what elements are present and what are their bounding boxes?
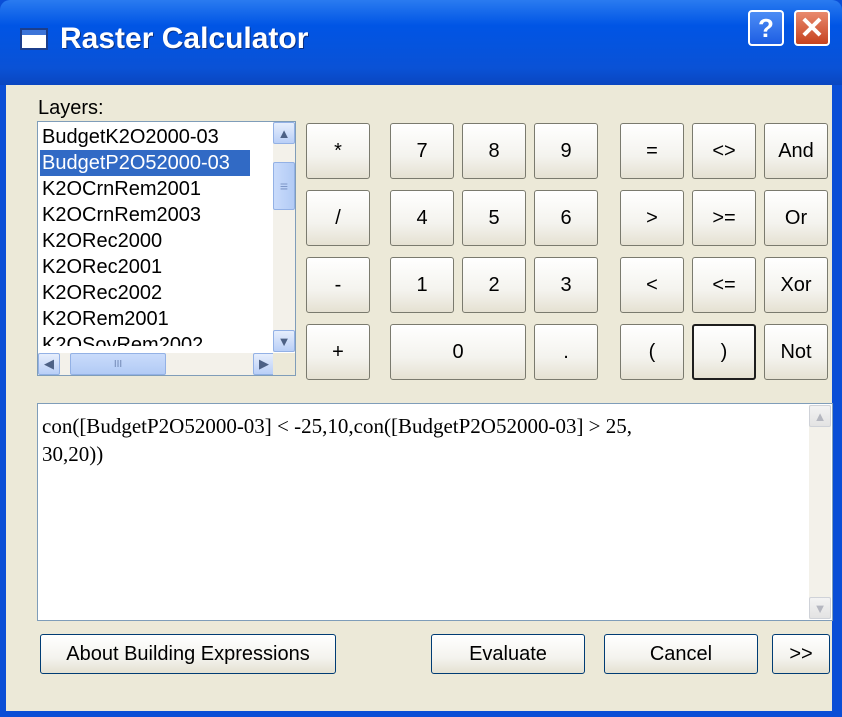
window-icon	[20, 28, 48, 50]
scroll-down-icon[interactable]: ▼	[273, 330, 295, 352]
expression-scrollbar[interactable]: ▲ ▼	[809, 405, 831, 619]
close-paren-button[interactable]: )	[692, 324, 756, 380]
divide-button[interactable]: /	[306, 190, 370, 246]
and-button[interactable]: And	[764, 123, 828, 179]
grip-icon: ≡	[279, 178, 289, 194]
layer-item[interactable]: K2OCrnRem2001	[40, 176, 250, 202]
scroll-down-icon[interactable]: ▼	[809, 597, 831, 619]
more-button[interactable]: >>	[772, 634, 830, 674]
less-button[interactable]: <	[620, 257, 684, 313]
layer-item[interactable]: K2ORec2001	[40, 254, 250, 280]
dialog-body: Layers: BudgetK2O2000-03 BudgetP2O52000-…	[6, 85, 833, 711]
or-button[interactable]: Or	[764, 190, 828, 246]
layers-list[interactable]: BudgetK2O2000-03 BudgetP2O52000-03 K2OCr…	[37, 121, 296, 376]
layer-item[interactable]: K2ORec2000	[40, 228, 250, 254]
xor-button[interactable]: Xor	[764, 257, 828, 313]
layers-label: Layers:	[38, 97, 104, 119]
digit-1-button[interactable]: 1	[390, 257, 454, 313]
digit-7-button[interactable]: 7	[390, 123, 454, 179]
cancel-button[interactable]: Cancel	[604, 634, 758, 674]
not-equal-button[interactable]: <>	[692, 123, 756, 179]
digit-4-button[interactable]: 4	[390, 190, 454, 246]
layer-item[interactable]: K2ORec2002	[40, 280, 250, 306]
digit-9-button[interactable]: 9	[534, 123, 598, 179]
plus-button[interactable]: +	[306, 324, 370, 380]
title-bar[interactable]: Raster Calculator ? ✕	[0, 0, 842, 85]
digit-8-button[interactable]: 8	[462, 123, 526, 179]
scroll-corner	[273, 353, 295, 375]
digit-5-button[interactable]: 5	[462, 190, 526, 246]
expression-textarea[interactable]: con([BudgetP2O52000-03] < -25,10,con([Bu…	[37, 403, 833, 621]
layers-vertical-scrollbar[interactable]: ▲ ≡ ▼	[273, 122, 295, 352]
digit-3-button[interactable]: 3	[534, 257, 598, 313]
digit-6-button[interactable]: 6	[534, 190, 598, 246]
raster-calculator-window: Raster Calculator ? ✕ Layers: BudgetK2O2…	[0, 0, 842, 717]
less-equal-button[interactable]: <=	[692, 257, 756, 313]
minus-button[interactable]: -	[306, 257, 370, 313]
layer-item[interactable]: K2ORem2001	[40, 306, 250, 332]
expression-text[interactable]: con([BudgetP2O52000-03] < -25,10,con([Bu…	[42, 412, 782, 468]
close-button[interactable]: ✕	[794, 10, 830, 46]
digit-0-button[interactable]: 0	[390, 324, 526, 380]
greater-button[interactable]: >	[620, 190, 684, 246]
multiply-button[interactable]: *	[306, 123, 370, 179]
about-building-expressions-button[interactable]: About Building Expressions	[40, 634, 336, 674]
layers-horizontal-scrollbar[interactable]: ◀ III ▶	[38, 353, 275, 375]
vertical-scroll-thumb[interactable]: ≡	[273, 162, 295, 210]
window-title: Raster Calculator	[60, 22, 309, 55]
layer-item[interactable]: BudgetK2O2000-03	[40, 124, 250, 150]
scroll-up-icon[interactable]: ▲	[809, 405, 831, 427]
scroll-right-icon[interactable]: ▶	[253, 353, 275, 375]
scroll-up-icon[interactable]: ▲	[273, 122, 295, 144]
layer-item[interactable]: K2OCrnRem2003	[40, 202, 250, 228]
horizontal-scroll-thumb[interactable]: III	[70, 353, 166, 375]
greater-equal-button[interactable]: >=	[692, 190, 756, 246]
scroll-left-icon[interactable]: ◀	[38, 353, 60, 375]
layer-item[interactable]: K2OSoyRem2002	[40, 332, 250, 346]
decimal-button[interactable]: .	[534, 324, 598, 380]
layer-item-selected[interactable]: BudgetP2O52000-03	[40, 150, 250, 176]
open-paren-button[interactable]: (	[620, 324, 684, 380]
equals-button[interactable]: =	[620, 123, 684, 179]
not-button[interactable]: Not	[764, 324, 828, 380]
digit-2-button[interactable]: 2	[462, 257, 526, 313]
help-button[interactable]: ?	[748, 10, 784, 46]
evaluate-button[interactable]: Evaluate	[431, 634, 585, 674]
